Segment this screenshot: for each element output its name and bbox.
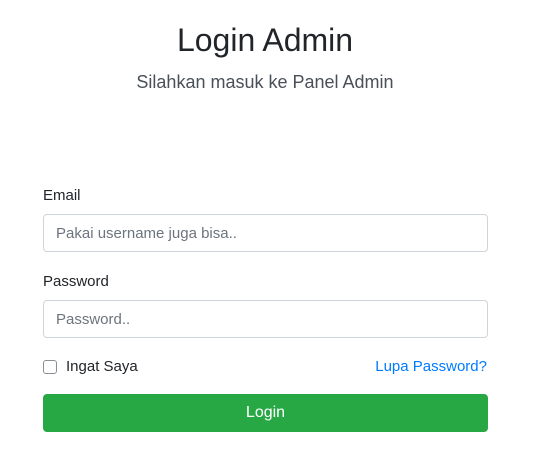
- forgot-password-link[interactable]: Lupa Password?: [375, 357, 487, 377]
- remember-me-checkbox[interactable]: [43, 360, 57, 374]
- remember-me-label: Ingat Saya: [66, 358, 138, 375]
- email-field-wrapper: [43, 214, 488, 252]
- page-title: Login Admin: [176, 22, 354, 58]
- login-button[interactable]: Login: [43, 394, 488, 432]
- email-field[interactable]: [44, 215, 487, 251]
- password-field[interactable]: [44, 301, 487, 337]
- email-label: Email: [43, 187, 81, 204]
- password-field-wrapper: [43, 300, 488, 338]
- login-page: Login Admin Silahkan masuk ke Panel Admi…: [0, 0, 538, 464]
- remember-me[interactable]: Ingat Saya: [43, 357, 138, 377]
- password-label: Password: [43, 273, 109, 290]
- page-subtitle: Silahkan masuk ke Panel Admin: [136, 72, 394, 92]
